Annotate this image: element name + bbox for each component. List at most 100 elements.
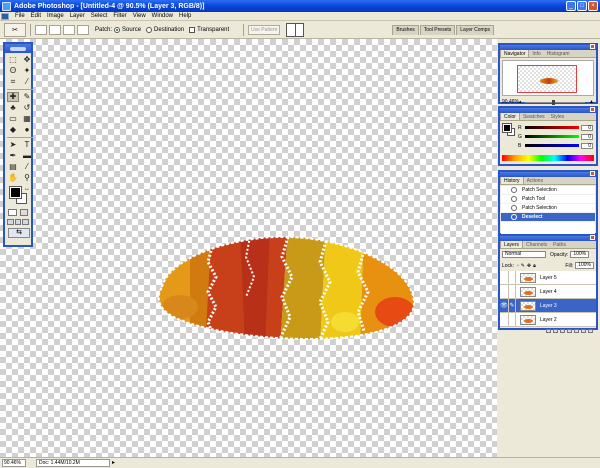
document-icon[interactable] — [1, 12, 9, 20]
blue-slider[interactable] — [525, 144, 579, 147]
full-screen-button[interactable] — [22, 219, 30, 225]
zoom-in-icon[interactable]: ▲ — [589, 99, 594, 105]
patch-tool-icon[interactable]: ✚ — [7, 92, 19, 102]
layer-row-selected[interactable]: 👁︎ ✎ Layer 3 — [500, 298, 596, 313]
swap-colors-icon[interactable]: ↔ — [24, 186, 30, 192]
menu-view[interactable]: View — [130, 13, 149, 19]
slice-tool-icon[interactable]: ⁄ — [21, 77, 33, 87]
tab-styles[interactable]: Styles — [548, 113, 568, 120]
history-item-selected[interactable]: Deselect — [501, 213, 595, 222]
well-tab-brushes[interactable]: Brushes — [392, 25, 419, 35]
pattern-picker[interactable] — [286, 22, 305, 37]
trash-icon[interactable] — [588, 328, 593, 333]
menu-image[interactable]: Image — [44, 13, 67, 19]
magic-wand-tool-icon[interactable]: ✦ — [21, 66, 33, 76]
menu-filter[interactable]: Filter — [110, 13, 129, 19]
zoom-out-icon[interactable]: ▴ — [519, 99, 522, 105]
green-slider[interactable] — [525, 135, 579, 138]
red-slider[interactable] — [525, 126, 579, 129]
minimize-button[interactable]: _ — [566, 1, 576, 11]
layer-row[interactable]: Layer 2 — [500, 312, 596, 327]
close-icon[interactable] — [590, 107, 595, 112]
mask-icon[interactable] — [560, 328, 565, 333]
menu-layer[interactable]: Layer — [67, 13, 88, 19]
tab-navigator[interactable]: Navigator — [500, 50, 530, 57]
tab-layers[interactable]: Layers — [500, 241, 524, 248]
color-spectrum[interactable] — [502, 155, 594, 161]
green-value[interactable]: 0 — [581, 133, 593, 140]
toolbox-header[interactable] — [5, 44, 31, 53]
close-icon[interactable] — [590, 235, 595, 240]
quick-mask-button[interactable] — [19, 209, 28, 216]
crop-tool-icon[interactable]: ⌗ — [7, 77, 19, 87]
move-tool-icon[interactable]: ✥ — [21, 55, 33, 65]
tab-channels[interactable]: Channels — [523, 241, 550, 248]
well-tab-layer-comps[interactable]: Layer Comps — [456, 25, 494, 35]
history-item[interactable]: Patch Selection — [501, 186, 595, 195]
menu-window[interactable]: Window — [149, 13, 176, 19]
tab-paths[interactable]: Paths — [550, 241, 569, 248]
tab-info[interactable]: Info — [529, 50, 543, 57]
tab-swatches[interactable]: Swatches — [520, 113, 548, 120]
new-group-icon[interactable] — [574, 328, 579, 333]
tab-color[interactable]: Color — [500, 113, 520, 120]
add-selection-button[interactable] — [49, 24, 61, 35]
layer-row[interactable]: Layer 5 — [500, 270, 596, 285]
lasso-tool-icon[interactable]: ʘ — [7, 66, 19, 76]
foreground-color-swatch[interactable] — [502, 123, 512, 133]
full-screen-menu-button[interactable] — [14, 219, 22, 225]
navigator-preview[interactable] — [502, 60, 594, 96]
hand-tool-icon[interactable]: ✋ — [7, 173, 19, 183]
status-zoom-input[interactable]: 90.46% — [2, 459, 26, 467]
pen-tool-icon[interactable]: ✒ — [7, 151, 19, 161]
adjustment-layer-icon[interactable] — [567, 328, 572, 333]
eyedropper-tool-icon[interactable]: ⁄ — [21, 162, 33, 172]
gradient-tool-icon[interactable]: ▦ — [21, 114, 33, 124]
link-icon[interactable] — [546, 328, 551, 333]
tab-histogram[interactable]: Histogram — [544, 50, 573, 57]
blend-mode-select[interactable]: Normal — [502, 251, 546, 258]
eraser-tool-icon[interactable]: ▭ — [7, 114, 19, 124]
menu-file[interactable]: File — [12, 13, 28, 19]
visibility-toggle[interactable] — [500, 312, 509, 327]
red-value[interactable]: 0 — [581, 124, 593, 131]
marquee-tool-icon[interactable]: ⬚ — [7, 55, 19, 65]
history-item[interactable]: Patch Tool — [501, 195, 595, 204]
transparent-checkbox[interactable]: Transparent — [189, 26, 229, 33]
lock-icons[interactable]: ▫✎✥🔒︎ — [517, 263, 538, 269]
layer-style-icon[interactable] — [553, 328, 558, 333]
brush-tool-icon[interactable]: ✎ — [21, 92, 33, 102]
navigator-zoom[interactable]: 90.46% — [502, 99, 519, 105]
blur-tool-icon[interactable]: ◆ — [7, 125, 19, 135]
destination-radio[interactable]: Destination — [146, 26, 184, 33]
menu-edit[interactable]: Edit — [28, 13, 44, 19]
menu-select[interactable]: Select — [88, 13, 111, 19]
dodge-tool-icon[interactable]: ● — [21, 125, 33, 135]
menu-help[interactable]: Help — [176, 13, 194, 19]
source-radio[interactable]: Source — [114, 26, 141, 33]
status-menu-arrow-icon[interactable]: ▸ — [112, 459, 120, 467]
jump-to-imageready-button[interactable]: ⇆ — [8, 228, 30, 238]
intersect-selection-button[interactable] — [77, 24, 89, 35]
clone-stamp-tool-icon[interactable]: ♣ — [7, 103, 19, 113]
blue-value[interactable]: 0 — [581, 142, 593, 149]
history-brush-tool-icon[interactable]: ↺ — [21, 103, 33, 113]
use-pattern-button[interactable]: Use Pattern — [248, 24, 281, 35]
close-button[interactable]: × — [588, 1, 598, 11]
tab-actions[interactable]: Actions — [524, 177, 546, 184]
path-selection-tool-icon[interactable]: ➤ — [7, 140, 19, 150]
visibility-toggle[interactable] — [500, 284, 509, 299]
visibility-toggle[interactable] — [500, 270, 509, 285]
maximize-button[interactable]: □ — [577, 1, 587, 11]
tool-preset-picker[interactable]: ✂ — [4, 22, 26, 37]
new-selection-button[interactable] — [35, 24, 47, 35]
opacity-input[interactable]: 100% — [570, 251, 590, 258]
notes-tool-icon[interactable]: ▤ — [7, 162, 19, 172]
layer-row[interactable]: Layer 4 — [500, 284, 596, 299]
well-tab-tool-presets[interactable]: Tool Presets — [419, 25, 456, 35]
fill-input[interactable]: 100% — [575, 262, 594, 269]
standard-screen-button[interactable] — [7, 219, 14, 225]
zoom-tool-icon[interactable]: ⚲ — [21, 173, 33, 183]
eye-icon[interactable]: 👁︎ — [500, 298, 509, 313]
foreground-color-swatch[interactable] — [9, 186, 22, 199]
